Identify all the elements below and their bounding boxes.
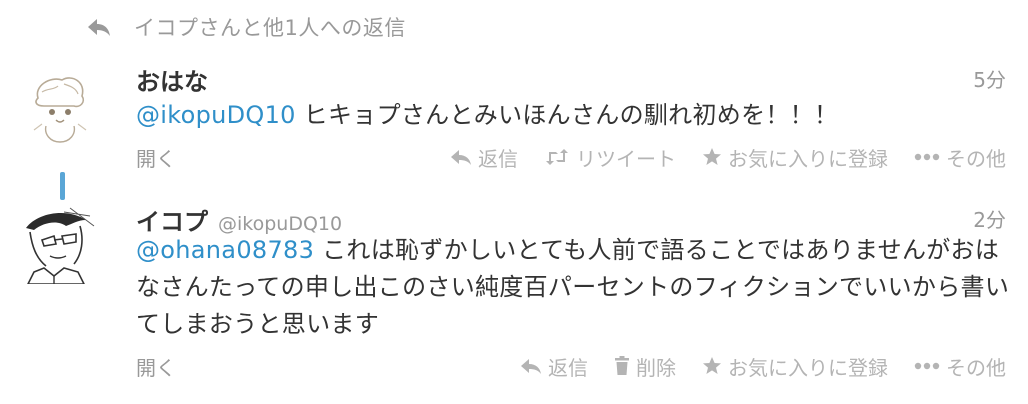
reply-icon (450, 148, 472, 166)
timestamp[interactable]: 2分 (973, 204, 1006, 233)
expand-link[interactable]: 開く (136, 352, 176, 381)
tweet-header: おはな (136, 62, 208, 97)
more-action[interactable]: その他 (914, 143, 1006, 172)
tweet-footer: 開く 返信 リツイート お気に入りに登録 その他 (136, 142, 1006, 172)
more-label: その他 (946, 146, 1006, 171)
trash-icon (614, 356, 630, 376)
favorite-label: お気に入りに登録 (728, 355, 888, 380)
tweet-actions: 返信 削除 お気に入りに登録 その他 (494, 352, 1006, 381)
tweet-footer: 開く 返信 削除 お気に入りに登録 その他 (136, 351, 1006, 381)
delete-label: 削除 (636, 355, 676, 380)
star-icon (702, 356, 722, 376)
avatar[interactable] (20, 68, 98, 146)
tweet-body: ヒキョプさんとみいほんさんの馴れ初めを！！！ (295, 101, 839, 129)
reply-arrow-icon (86, 16, 112, 38)
reply-label: 返信 (478, 146, 518, 171)
tweet-text: @ohana08783 これは恥ずかしいとても人前で語ることではありませんがおは… (136, 232, 1016, 343)
more-label: その他 (946, 355, 1006, 380)
context-text: イコプさんと他1人への返信 (134, 16, 406, 40)
more-dots-icon (914, 361, 940, 371)
tweet[interactable]: おはな 5分 @ikopuDQ10 ヒキョプさんとみいほんさんの馴れ初めを！！！… (0, 56, 1028, 186)
favorite-label: お気に入りに登録 (728, 146, 888, 171)
mention-link[interactable]: @ikopuDQ10 (136, 101, 296, 129)
in-reply-to-context[interactable]: イコプさんと他1人への返信 (86, 12, 406, 42)
delete-action[interactable]: 削除 (614, 352, 676, 381)
tweet-actions: 返信 リツイート お気に入りに登録 その他 (424, 143, 1006, 172)
more-action[interactable]: その他 (914, 352, 1006, 381)
more-dots-icon (914, 152, 940, 162)
timestamp[interactable]: 5分 (973, 64, 1006, 93)
reply-action[interactable]: 返信 (450, 143, 518, 172)
retweet-label: リツイート (576, 146, 676, 171)
mention-link[interactable]: @ohana08783 (136, 236, 314, 264)
tweet-text: @ikopuDQ10 ヒキョプさんとみいほんさんの馴れ初めを！！！ (136, 97, 1016, 134)
reply-label: 返信 (548, 355, 588, 380)
tweet[interactable]: イコプ @ikopuDQ10 2分 @ohana08783 これは恥ずかしいとて… (0, 196, 1028, 396)
reply-action[interactable]: 返信 (520, 352, 588, 381)
avatar[interactable] (20, 206, 98, 284)
fullname[interactable]: おはな (136, 62, 208, 97)
retweet-action[interactable]: リツイート (544, 143, 676, 172)
reply-icon (520, 357, 542, 375)
star-icon (702, 147, 722, 167)
expand-link[interactable]: 開く (136, 143, 176, 172)
favorite-action[interactable]: お気に入りに登録 (702, 352, 888, 381)
favorite-action[interactable]: お気に入りに登録 (702, 143, 888, 172)
retweet-icon (544, 148, 570, 166)
